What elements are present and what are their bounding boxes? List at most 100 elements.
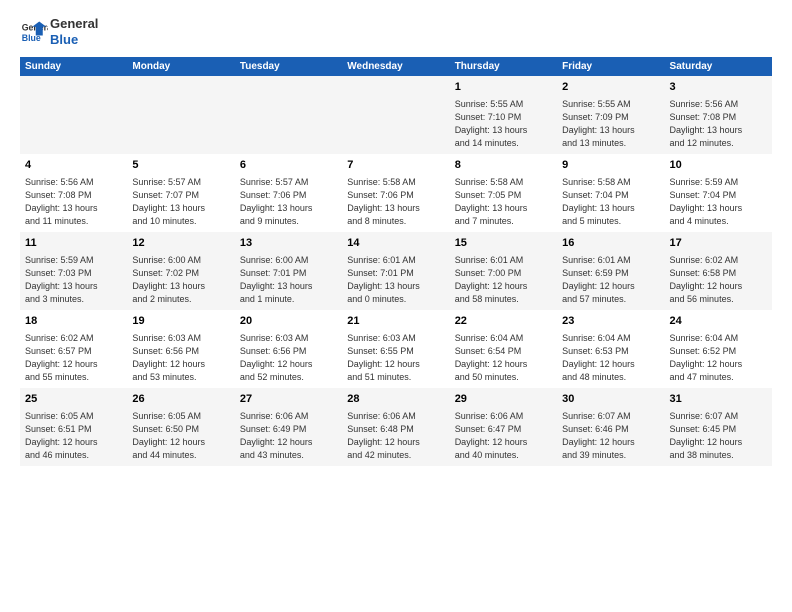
day-number: 2	[562, 80, 659, 95]
day-info: Sunrise: 5:58 AM Sunset: 7:05 PM Dayligh…	[455, 176, 552, 228]
day-number: 1	[455, 80, 552, 95]
day-number: 18	[25, 314, 122, 329]
day-number: 13	[240, 236, 337, 251]
header-row: SundayMondayTuesdayWednesdayThursdayFrid…	[20, 57, 772, 76]
day-info: Sunrise: 5:58 AM Sunset: 7:06 PM Dayligh…	[347, 176, 444, 228]
day-info: Sunrise: 6:00 AM Sunset: 7:01 PM Dayligh…	[240, 254, 337, 306]
col-header-saturday: Saturday	[665, 57, 772, 76]
day-number: 6	[240, 158, 337, 173]
day-number: 3	[670, 80, 767, 95]
day-number: 26	[132, 392, 229, 407]
week-row-1: 1 Sunrise: 5:55 AM Sunset: 7:10 PM Daylig…	[20, 76, 772, 154]
day-cell: 21 Sunrise: 6:03 AM Sunset: 6:55 PM Dayli…	[342, 310, 449, 388]
day-info: Sunrise: 6:02 AM Sunset: 6:58 PM Dayligh…	[670, 254, 767, 306]
day-info: Sunrise: 6:04 AM Sunset: 6:52 PM Dayligh…	[670, 332, 767, 384]
day-cell: 6Sunrise: 5:57 AM Sunset: 7:06 PM Daylig…	[235, 154, 342, 232]
day-number: 21	[347, 314, 444, 329]
day-cell: 30 Sunrise: 6:07 AM Sunset: 6:46 PM Dayli…	[557, 388, 664, 466]
col-header-tuesday: Tuesday	[235, 57, 342, 76]
day-info: Sunrise: 5:56 AM Sunset: 7:08 PM Dayligh…	[670, 98, 767, 150]
day-info: Sunrise: 6:07 AM Sunset: 6:46 PM Dayligh…	[562, 410, 659, 462]
day-cell: 4Sunrise: 5:56 AM Sunset: 7:08 PM Daylig…	[20, 154, 127, 232]
day-number: 22	[455, 314, 552, 329]
day-cell: 25 Sunrise: 6:05 AM Sunset: 6:51 PM Dayli…	[20, 388, 127, 466]
week-row-5: 25 Sunrise: 6:05 AM Sunset: 6:51 PM Dayli…	[20, 388, 772, 466]
day-info: Sunrise: 6:01 AM Sunset: 7:00 PM Dayligh…	[455, 254, 552, 306]
day-number: 23	[562, 314, 659, 329]
day-cell: 16 Sunrise: 6:01 AM Sunset: 6:59 PM Dayli…	[557, 232, 664, 310]
col-header-monday: Monday	[127, 57, 234, 76]
day-cell: 2 Sunrise: 5:55 AM Sunset: 7:09 PM Daylig…	[557, 76, 664, 154]
week-row-2: 4Sunrise: 5:56 AM Sunset: 7:08 PM Daylig…	[20, 154, 772, 232]
day-info: Sunrise: 6:01 AM Sunset: 6:59 PM Dayligh…	[562, 254, 659, 306]
day-number: 31	[670, 392, 767, 407]
col-header-friday: Friday	[557, 57, 664, 76]
day-cell: 10 Sunrise: 5:59 AM Sunset: 7:04 PM Dayli…	[665, 154, 772, 232]
day-number: 11	[25, 236, 122, 251]
day-cell: 22 Sunrise: 6:04 AM Sunset: 6:54 PM Dayli…	[450, 310, 557, 388]
col-header-thursday: Thursday	[450, 57, 557, 76]
week-row-3: 11 Sunrise: 5:59 AM Sunset: 7:03 PM Dayli…	[20, 232, 772, 310]
day-cell: 24 Sunrise: 6:04 AM Sunset: 6:52 PM Dayli…	[665, 310, 772, 388]
day-cell: 7Sunrise: 5:58 AM Sunset: 7:06 PM Daylig…	[342, 154, 449, 232]
day-info: Sunrise: 5:59 AM Sunset: 7:03 PM Dayligh…	[25, 254, 122, 306]
day-number: 25	[25, 392, 122, 407]
logo: General Blue General Blue	[20, 16, 98, 47]
day-info: Sunrise: 6:01 AM Sunset: 7:01 PM Dayligh…	[347, 254, 444, 306]
day-number: 28	[347, 392, 444, 407]
day-cell: 11 Sunrise: 5:59 AM Sunset: 7:03 PM Dayli…	[20, 232, 127, 310]
day-number: 8	[455, 158, 552, 173]
calendar-table: SundayMondayTuesdayWednesdayThursdayFrid…	[20, 57, 772, 466]
day-info: Sunrise: 6:03 AM Sunset: 6:55 PM Dayligh…	[347, 332, 444, 384]
day-number: 5	[132, 158, 229, 173]
logo-text-line1: General	[50, 16, 98, 32]
day-info: Sunrise: 5:55 AM Sunset: 7:09 PM Dayligh…	[562, 98, 659, 150]
day-cell: 15 Sunrise: 6:01 AM Sunset: 7:00 PM Dayli…	[450, 232, 557, 310]
week-row-4: 18Sunrise: 6:02 AM Sunset: 6:57 PM Dayli…	[20, 310, 772, 388]
day-cell: 27 Sunrise: 6:06 AM Sunset: 6:49 PM Dayli…	[235, 388, 342, 466]
day-info: Sunrise: 6:07 AM Sunset: 6:45 PM Dayligh…	[670, 410, 767, 462]
day-info: Sunrise: 5:56 AM Sunset: 7:08 PM Dayligh…	[25, 176, 122, 228]
day-number: 24	[670, 314, 767, 329]
day-cell	[235, 76, 342, 154]
day-cell: 17Sunrise: 6:02 AM Sunset: 6:58 PM Dayli…	[665, 232, 772, 310]
logo-icon: General Blue	[20, 18, 48, 46]
day-cell: 12Sunrise: 6:00 AM Sunset: 7:02 PM Dayli…	[127, 232, 234, 310]
day-info: Sunrise: 6:03 AM Sunset: 6:56 PM Dayligh…	[240, 332, 337, 384]
svg-text:General: General	[22, 22, 48, 32]
day-cell: 3 Sunrise: 5:56 AM Sunset: 7:08 PM Daylig…	[665, 76, 772, 154]
col-header-wednesday: Wednesday	[342, 57, 449, 76]
day-number: 14	[347, 236, 444, 251]
day-cell: 18Sunrise: 6:02 AM Sunset: 6:57 PM Dayli…	[20, 310, 127, 388]
day-number: 15	[455, 236, 552, 251]
day-number: 19	[132, 314, 229, 329]
day-number: 16	[562, 236, 659, 251]
day-info: Sunrise: 6:06 AM Sunset: 6:49 PM Dayligh…	[240, 410, 337, 462]
day-number: 20	[240, 314, 337, 329]
day-info: Sunrise: 6:06 AM Sunset: 6:47 PM Dayligh…	[455, 410, 552, 462]
day-cell: 28 Sunrise: 6:06 AM Sunset: 6:48 PM Dayli…	[342, 388, 449, 466]
day-cell	[20, 76, 127, 154]
day-cell: 9Sunrise: 5:58 AM Sunset: 7:04 PM Daylig…	[557, 154, 664, 232]
day-info: Sunrise: 6:04 AM Sunset: 6:54 PM Dayligh…	[455, 332, 552, 384]
day-cell	[127, 76, 234, 154]
day-number: 9	[562, 158, 659, 173]
day-cell: 29Sunrise: 6:06 AM Sunset: 6:47 PM Dayli…	[450, 388, 557, 466]
day-info: Sunrise: 5:59 AM Sunset: 7:04 PM Dayligh…	[670, 176, 767, 228]
day-info: Sunrise: 6:05 AM Sunset: 6:51 PM Dayligh…	[25, 410, 122, 462]
header: General Blue General Blue	[20, 16, 772, 47]
day-cell: 5Sunrise: 5:57 AM Sunset: 7:07 PM Daylig…	[127, 154, 234, 232]
day-cell: 1 Sunrise: 5:55 AM Sunset: 7:10 PM Daylig…	[450, 76, 557, 154]
calendar-page: General Blue General Blue SundayMondayTu…	[0, 0, 792, 612]
day-cell: 26Sunrise: 6:05 AM Sunset: 6:50 PM Dayli…	[127, 388, 234, 466]
day-cell: 19Sunrise: 6:03 AM Sunset: 6:56 PM Dayli…	[127, 310, 234, 388]
day-number: 10	[670, 158, 767, 173]
day-number: 30	[562, 392, 659, 407]
col-header-sunday: Sunday	[20, 57, 127, 76]
day-cell	[342, 76, 449, 154]
day-cell: 13 Sunrise: 6:00 AM Sunset: 7:01 PM Dayli…	[235, 232, 342, 310]
day-info: Sunrise: 6:06 AM Sunset: 6:48 PM Dayligh…	[347, 410, 444, 462]
day-info: Sunrise: 5:55 AM Sunset: 7:10 PM Dayligh…	[455, 98, 552, 150]
day-number: 27	[240, 392, 337, 407]
day-cell: 14 Sunrise: 6:01 AM Sunset: 7:01 PM Dayli…	[342, 232, 449, 310]
